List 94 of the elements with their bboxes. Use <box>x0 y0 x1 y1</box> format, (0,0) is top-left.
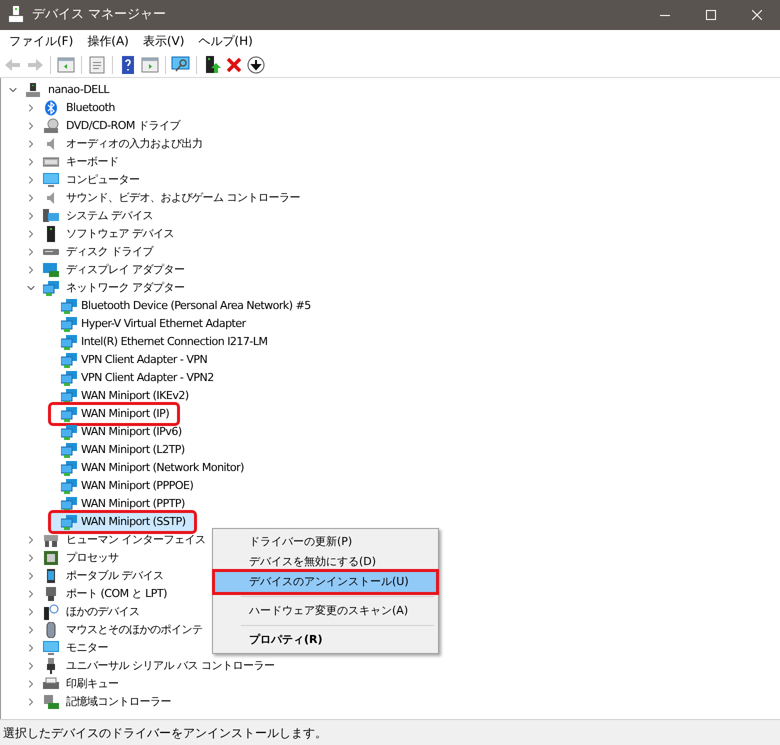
menu-item[interactable]: ファイル(F) <box>2 30 80 52</box>
tree-item[interactable]: WAN Miniport (L2TP) <box>51 441 189 459</box>
tree-item[interactable]: Bluetooth Device (Personal Area Network) #5 <box>51 297 315 315</box>
tree-item[interactable]: ポート (COM と LPT) <box>66 586 167 602</box>
tree-item-label: WAN Miniport (PPTP) <box>81 496 185 512</box>
monitor-icon <box>43 172 59 188</box>
tree-item[interactable]: プロセッサ <box>66 550 118 566</box>
computer-icon <box>25 82 41 98</box>
tree-item[interactable]: WAN Miniport (SSTP) <box>51 513 194 531</box>
disk-drive-icon <box>43 249 59 255</box>
tree-item[interactable]: モニター <box>66 640 108 656</box>
tree-item[interactable]: ヒューマン インターフェイス <box>66 532 206 548</box>
tree-item[interactable]: 印刷キュー <box>66 676 118 692</box>
network-adapter-icon <box>61 334 77 350</box>
tree-item[interactable]: Hyper-V Virtual Ethernet Adapter <box>51 315 250 333</box>
tree-item-label: WAN Miniport (IPv6) <box>81 424 182 440</box>
network-adapter-icon <box>61 388 77 404</box>
context-menu-item[interactable]: デバイスのアンインストール(U) <box>215 572 436 592</box>
tree-item[interactable]: WAN Miniport (PPPOE) <box>51 477 198 495</box>
tree-item-label: WAN Miniport (SSTP) <box>81 514 186 530</box>
tree-item[interactable]: VPN Client Adapter - VPN2 <box>51 369 218 387</box>
bluetooth-icon <box>43 100 59 116</box>
tree-item-label: WAN Miniport (PPPOE) <box>81 478 194 494</box>
tree-item[interactable]: WAN Miniport (IP) <box>51 405 178 423</box>
network-adapter-icon <box>61 424 77 440</box>
tree-item-label: Intel(R) Ethernet Connection I217-LM <box>81 334 268 350</box>
menu-item[interactable]: ヘルプ(H) <box>191 30 260 52</box>
tree-item[interactable]: ディスク ドライブ <box>66 244 153 260</box>
printer-icon <box>43 676 59 692</box>
maximize-icon <box>706 10 716 20</box>
tree-item-label: Hyper-V Virtual Ethernet Adapter <box>81 316 246 332</box>
tree-item[interactable]: WAN Miniport (IPv6) <box>51 423 186 441</box>
tree-item[interactable]: 記憶域コントローラー <box>66 694 171 710</box>
tree-item[interactable]: WAN Miniport (IKEv2) <box>51 387 193 405</box>
minimize-icon <box>660 14 670 16</box>
network-adapter-icon <box>61 406 77 422</box>
console-tree-icon[interactable] <box>56 54 76 74</box>
network-adapter-icon <box>61 316 77 332</box>
network-adapter-icon <box>61 478 77 494</box>
network-adapter-icon <box>61 370 77 386</box>
tree-item[interactable]: ほかのデバイス <box>66 604 140 620</box>
download-icon[interactable] <box>246 54 266 74</box>
network-adapter-icon <box>61 460 77 476</box>
properties-sheet-icon[interactable] <box>87 54 107 74</box>
context-menu-item[interactable]: ドライバーの更新(P) <box>215 532 436 552</box>
network-icon <box>43 280 59 296</box>
tree-item-label: WAN Miniport (IP) <box>81 406 170 422</box>
tree-item[interactable]: WAN Miniport (PPTP) <box>51 495 189 513</box>
tree-item[interactable]: マウスとそのほかのポインテ <box>66 622 202 638</box>
tree-item[interactable]: nanao-DELL <box>48 82 110 98</box>
status-text: 選択したデバイスのドライバーをアンインストールします。 <box>3 724 327 742</box>
disc-drive-icon <box>43 118 59 134</box>
storage-controller-icon <box>43 694 59 710</box>
monitor-icon <box>43 640 59 656</box>
action-pane-icon[interactable] <box>140 54 160 74</box>
network-adapter-icon <box>61 496 77 512</box>
tree-item[interactable]: ポータブル デバイス <box>66 568 164 584</box>
network-adapter-icon <box>61 442 77 458</box>
tree-item-label: WAN Miniport (Network Monitor) <box>81 460 244 476</box>
processor-icon <box>43 550 59 566</box>
tree-item[interactable]: Bluetooth <box>66 100 115 116</box>
tree-item-label: VPN Client Adapter - VPN <box>81 352 208 368</box>
context-menu-item[interactable]: ハードウェア変更のスキャン(A) <box>215 601 436 621</box>
network-adapter-icon <box>61 298 77 314</box>
tree-item[interactable]: WAN Miniport (Network Monitor) <box>51 459 248 477</box>
network-adapter-icon <box>61 352 77 368</box>
system-device-icon <box>43 208 59 224</box>
tree-item[interactable]: ネットワーク アダプター <box>66 280 184 296</box>
tree-item-label: WAN Miniport (IKEv2) <box>81 388 189 404</box>
close-icon <box>752 10 762 20</box>
tree-item[interactable]: オーディオの入力および出力 <box>66 136 202 152</box>
window-title: デバイス マネージャー <box>32 6 166 24</box>
tree-item-label: Bluetooth Device (Personal Area Network) #5 <box>81 298 311 314</box>
port-icon <box>43 586 59 602</box>
app-icon <box>8 6 24 24</box>
context-menu-item[interactable]: デバイスを無効にする(D) <box>215 552 436 572</box>
tree-item-label: WAN Miniport (L2TP) <box>81 442 185 458</box>
tree-item[interactable]: コンピューター <box>66 172 140 188</box>
menu-item[interactable]: 操作(A) <box>80 30 136 52</box>
tree-item-label: VPN Client Adapter - VPN2 <box>81 370 214 386</box>
network-adapter-icon <box>61 514 77 530</box>
tree-item[interactable]: VPN Client Adapter - VPN <box>51 351 212 369</box>
context-menu-item[interactable]: プロパティ(R) <box>215 630 436 650</box>
tree-item[interactable]: サウンド、ビデオ、およびゲーム コントローラー <box>66 190 300 206</box>
menu-item[interactable]: 表示(V) <box>136 30 192 52</box>
tree-item[interactable]: ユニバーサル シリアル バス コントローラー <box>66 658 274 674</box>
tree-item[interactable]: キーボード <box>66 154 118 170</box>
scan-monitor-icon[interactable] <box>171 54 191 74</box>
tree-item[interactable]: Intel(R) Ethernet Connection I217-LM <box>51 333 272 351</box>
tree-item[interactable]: ソフトウェア デバイス <box>66 226 174 242</box>
display-adapter-icon <box>43 262 59 278</box>
tree-item[interactable]: ディスプレイ アダプター <box>66 262 184 278</box>
tree-item[interactable]: システム デバイス <box>66 208 153 224</box>
tree-item[interactable]: DVD/CD-ROM ドライブ <box>66 118 180 134</box>
